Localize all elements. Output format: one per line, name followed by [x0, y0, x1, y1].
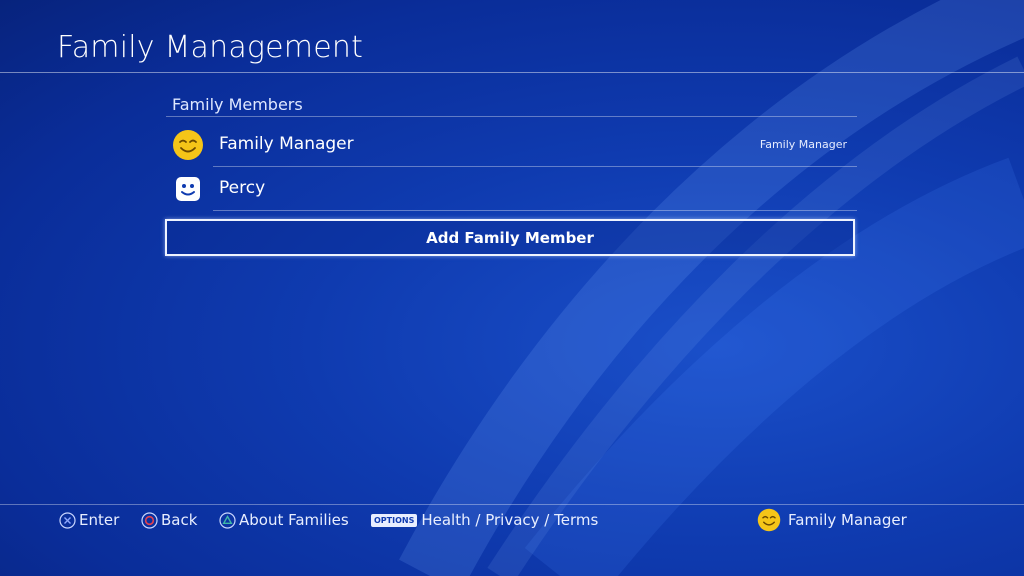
- circle-button-icon: [141, 511, 158, 529]
- member-row-percy[interactable]: Percy: [166, 167, 857, 211]
- section-divider: [166, 116, 857, 117]
- footer-divider: [0, 504, 1024, 505]
- hint-health-privacy-terms[interactable]: OPTIONS Health / Privacy / Terms: [371, 510, 598, 530]
- hint-back[interactable]: Back: [141, 510, 197, 530]
- button-hints-bar: Enter Back About Families OPTIONS Health…: [0, 508, 1024, 532]
- hint-label: Back: [161, 511, 198, 529]
- smiley-yellow-avatar-icon: [173, 130, 203, 160]
- smiley-yellow-avatar-icon: [757, 508, 781, 532]
- current-user-name: Family Manager: [788, 511, 907, 529]
- member-name: Family Manager: [219, 134, 354, 154]
- hint-label: Health / Privacy / Terms: [421, 511, 599, 529]
- triangle-button-icon: [219, 511, 236, 529]
- cross-button-icon: [59, 511, 76, 529]
- hint-label: About Families: [239, 511, 349, 529]
- hint-enter[interactable]: Enter: [59, 510, 119, 530]
- hint-label: Enter: [79, 511, 120, 529]
- family-members-heading: Family Members: [172, 95, 303, 114]
- member-row-family-manager[interactable]: Family Manager Family Manager: [166, 123, 857, 167]
- options-button-icon: OPTIONS: [371, 513, 418, 527]
- hint-about-families[interactable]: About Families: [219, 510, 349, 530]
- row-divider: [213, 210, 857, 211]
- ps4-family-management-screen: Family Management Family Members Family …: [0, 0, 1024, 576]
- member-role-label: Family Manager: [759, 138, 847, 151]
- current-user-indicator: Family Manager: [757, 508, 907, 532]
- member-name: Percy: [219, 178, 266, 198]
- header-divider: [0, 72, 1024, 73]
- smiley-white-avatar-icon: [176, 177, 200, 201]
- page-title: Family Management: [57, 30, 364, 65]
- background-wave-decoration: [399, 0, 1024, 576]
- add-family-member-button[interactable]: Add Family Member: [165, 219, 855, 256]
